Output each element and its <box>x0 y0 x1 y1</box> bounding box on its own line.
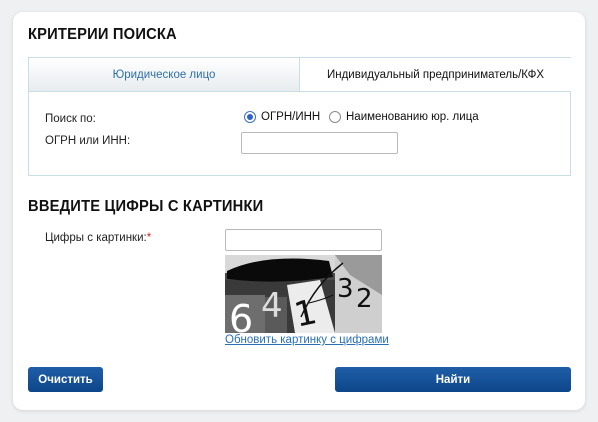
search-by-label: Поиск по: <box>45 113 96 125</box>
captcha-digit-4: 3 <box>337 274 354 304</box>
tab-individual-entrepreneur[interactable]: Индивидуальный предприниматель/КФХ <box>299 58 571 92</box>
captcha-field-label-text: Цифры с картинки: <box>45 232 147 244</box>
captcha-digit-5: 2 <box>356 284 373 314</box>
search-criteria-title: КРИТЕРИИ ПОИСКА <box>28 26 177 43</box>
captcha-digit-2: 4 <box>261 286 283 326</box>
radio-checked-icon[interactable] <box>244 111 256 123</box>
search-button[interactable]: Найти <box>335 367 571 392</box>
radio-entity-name-label: Наименованию юр. лица <box>346 111 479 123</box>
refresh-captcha-link[interactable]: Обновить картинку с цифрами <box>225 334 389 346</box>
radio-ogrn-inn[interactable]: ОГРН/ИНН <box>244 111 320 123</box>
radio-entity-name[interactable]: Наименованию юр. лица <box>329 111 479 123</box>
captcha-digit-1: 6 <box>229 297 253 333</box>
ogrn-inn-label: ОГРН или ИНН: <box>45 135 131 147</box>
tab-legal-entity[interactable]: Юридическое лицо <box>29 58 299 92</box>
captcha-input[interactable] <box>225 229 382 251</box>
captcha-field-label: Цифры с картинки:* <box>45 232 151 244</box>
captcha-image-svg: 6 4 1 3 2 <box>225 255 382 333</box>
captcha-section-title: ВВЕДИТЕ ЦИФРЫ С КАРТИНКИ <box>28 198 264 215</box>
radio-unchecked-icon[interactable] <box>329 111 341 123</box>
radio-ogrn-inn-label: ОГРН/ИНН <box>261 111 321 123</box>
ogrn-inn-input[interactable] <box>241 132 398 154</box>
clear-button[interactable]: Очистить <box>28 367 103 392</box>
captcha-image: 6 4 1 3 2 <box>225 255 382 333</box>
required-mark: * <box>146 232 152 244</box>
